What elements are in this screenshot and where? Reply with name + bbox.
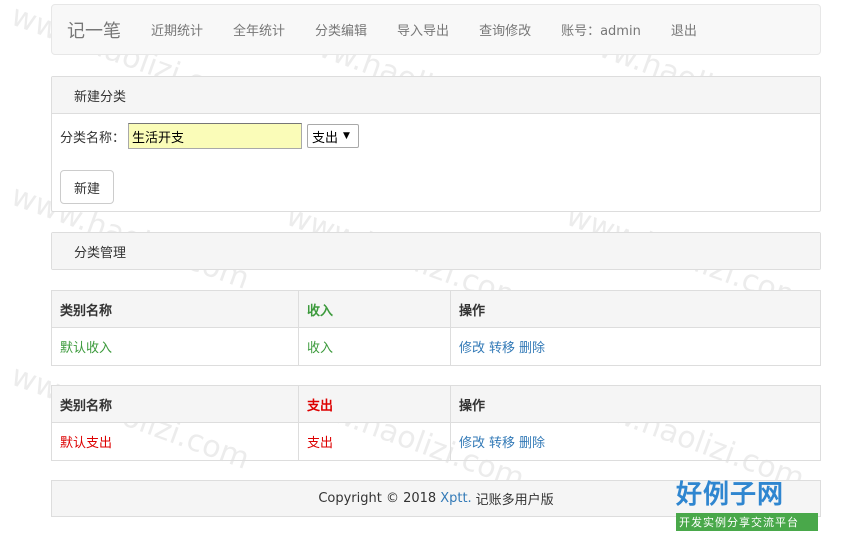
header-category-name: 类别名称 (52, 291, 299, 327)
row-actions: 修改 转移 删除 (451, 328, 820, 365)
table-header-row: 类别名称 收入 操作 (52, 291, 820, 328)
delete-link[interactable]: 删除 (519, 337, 545, 356)
delete-link[interactable]: 删除 (519, 432, 545, 451)
header-actions: 操作 (459, 303, 486, 319)
nav-query-edit[interactable]: 查询修改 (464, 20, 546, 39)
footer-copyright: Copyright © 2018 (318, 491, 437, 506)
category-name-input[interactable] (128, 123, 303, 149)
footer-link[interactable]: Xptt. (440, 491, 471, 506)
table-row: 默认收入 收入 修改 转移 删除 (52, 328, 820, 365)
logo-subtitle: 开发实例分享交流平台 (676, 513, 818, 531)
transfer-link[interactable]: 转移 (489, 432, 515, 451)
nav-category-edit[interactable]: 分类编辑 (300, 20, 382, 39)
category-type-value: 支出 (312, 130, 339, 146)
table-row: 默认支出 支出 修改 转移 删除 (52, 423, 820, 460)
category-manage-panel: 分类管理 (51, 232, 821, 270)
header-type: 收入 (299, 291, 451, 327)
header-category-name: 类别名称 (52, 386, 299, 422)
expense-category-table: 类别名称 支出 操作 默认支出 支出 修改 转移 删除 (51, 385, 821, 461)
category-type: 支出 (299, 423, 451, 460)
nav-import-export[interactable]: 导入导出 (382, 20, 464, 39)
transfer-link[interactable]: 转移 (489, 337, 515, 356)
dropdown-arrow-icon: ▼ (343, 131, 350, 141)
nav-yearly-stats[interactable]: 全年统计 (218, 20, 300, 39)
nav-account[interactable]: 账号：admin (546, 20, 656, 39)
create-button[interactable]: 新建 (60, 170, 114, 204)
nav-logout[interactable]: 退出 (656, 20, 712, 39)
edit-link[interactable]: 修改 (459, 337, 485, 356)
nav-recent-stats[interactable]: 近期统计 (137, 20, 218, 39)
header-type: 支出 (299, 386, 451, 422)
site-logo: 好例子网 开发实例分享交流平台 (676, 474, 818, 531)
brand-logo[interactable]: 记一笔 (52, 17, 137, 43)
logo-title: 好例子网 (676, 480, 785, 510)
panel-title: 分类管理 (52, 233, 820, 269)
panel-title: 新建分类 (52, 77, 820, 114)
income-category-table: 类别名称 收入 操作 默认收入 收入 修改 转移 删除 (51, 290, 821, 366)
category-type-select[interactable]: 支出 ▼ (307, 124, 360, 148)
edit-link[interactable]: 修改 (459, 432, 485, 451)
table-header-row: 类别名称 支出 操作 (52, 386, 820, 423)
navbar: 记一笔 近期统计 全年统计 分类编辑 导入导出 查询修改 账号：admin 退出 (51, 4, 821, 55)
category-name: 默认收入 (52, 328, 299, 365)
category-name: 默认支出 (52, 423, 299, 460)
category-name-label: 分类名称： (60, 130, 126, 146)
new-category-panel: 新建分类 分类名称： 支出 ▼ 新建 (51, 76, 821, 212)
row-actions: 修改 转移 删除 (451, 423, 820, 460)
new-category-form: 分类名称： 支出 ▼ 新建 (52, 114, 820, 211)
header-actions: 操作 (459, 398, 486, 414)
footer-edition: 记账多用户版 (475, 493, 554, 508)
category-type: 收入 (299, 328, 451, 365)
